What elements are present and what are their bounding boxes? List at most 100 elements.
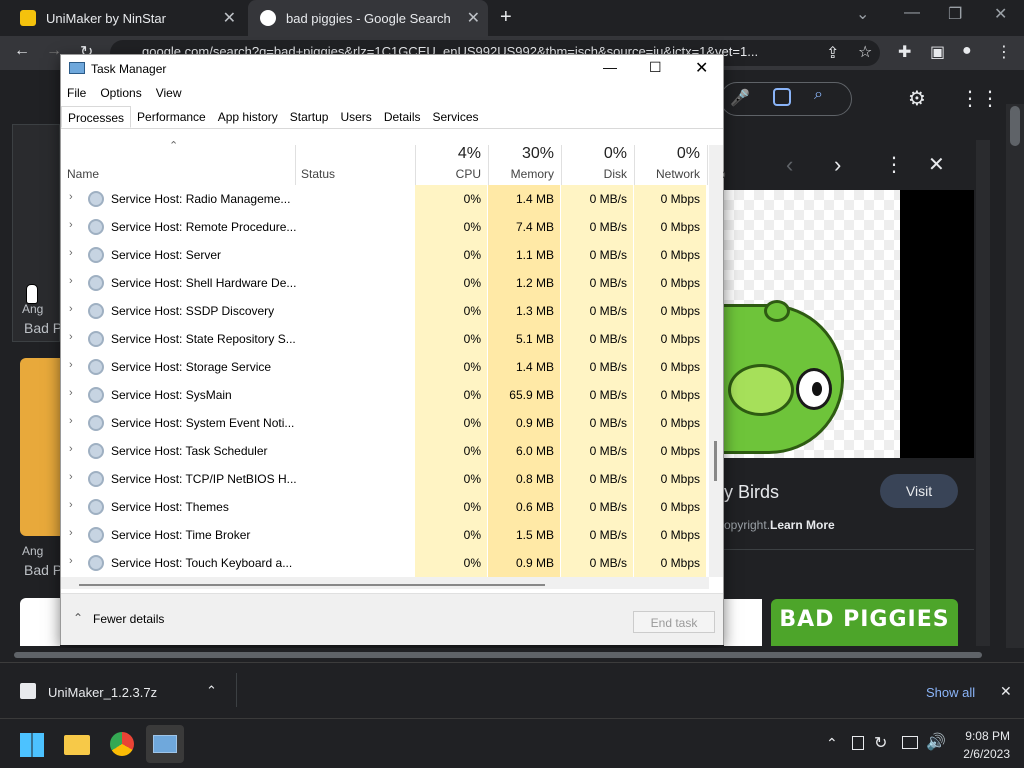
col-disk-header[interactable]: 0% Disk (561, 145, 627, 185)
file-explorer-icon[interactable] (64, 735, 90, 755)
close-download-bar-icon[interactable]: ✕ (1000, 683, 1012, 700)
end-task-button[interactable]: End task (633, 611, 715, 633)
back-icon[interactable]: ← (14, 42, 30, 60)
process-row[interactable]: › Service Host: Radio Manageme... 0% 1.4 MB… (61, 185, 709, 213)
volume-icon[interactable]: 🔊 (926, 732, 946, 752)
expand-chevron-icon[interactable]: › (69, 219, 73, 231)
expand-chevron-icon[interactable]: › (69, 527, 73, 539)
scrollbar-thumb[interactable] (714, 441, 717, 481)
show-all-downloads[interactable]: Show all (926, 685, 975, 700)
tab-services[interactable]: Services (427, 106, 485, 128)
bad-piggies-banner[interactable]: BAD PIGGIES (771, 599, 958, 646)
process-row[interactable]: › Service Host: SysMain 0% 65.9 MB 0 MB/s 0 M… (61, 381, 709, 409)
tm-titlebar[interactable]: Task Manager — ☐ ✕ (61, 55, 723, 83)
col-memory-header[interactable]: 30% Memory (488, 145, 554, 185)
process-list-scrollbar[interactable] (709, 145, 723, 577)
tablet-icon[interactable] (852, 736, 864, 750)
tab-startup[interactable]: Startup (284, 106, 335, 128)
chrome-icon[interactable] (110, 732, 134, 756)
close-window-icon[interactable]: ✕ (994, 4, 1007, 24)
tm-close-icon[interactable]: ✕ (695, 58, 708, 78)
more-options-icon[interactable]: ⋮ (884, 152, 904, 177)
bookmark-star-icon[interactable]: ☆ (858, 42, 872, 62)
menu-file[interactable]: File (67, 86, 86, 100)
close-tab-icon[interactable]: ✕ (223, 8, 236, 28)
menu-options[interactable]: Options (100, 86, 141, 100)
viewer-scrollbar[interactable] (976, 140, 990, 646)
expand-chevron-icon[interactable]: › (69, 275, 73, 287)
voice-search-icon[interactable]: 🎤 (730, 88, 750, 108)
fewer-details-link[interactable]: Fewer details (93, 612, 164, 626)
clock-date[interactable]: 2/6/2023 (958, 747, 1010, 761)
expand-chevron-icon[interactable]: › (69, 303, 73, 315)
search-icon[interactable]: ⌕ (814, 86, 823, 104)
expand-chevron-icon[interactable]: › (69, 443, 73, 455)
tab-users[interactable]: Users (334, 106, 377, 128)
new-tab-icon[interactable]: + (500, 6, 512, 29)
close-viewer-icon[interactable]: ✕ (928, 152, 945, 177)
col-network-header[interactable]: 0% Network (634, 145, 700, 185)
clock-time[interactable]: 9:08 PM (958, 729, 1010, 743)
menu-view[interactable]: View (156, 86, 182, 100)
apps-grid-icon[interactable]: ⋮⋮ (960, 86, 1000, 111)
page-scrollbar[interactable] (1006, 104, 1024, 648)
download-filename[interactable]: UniMaker_1.2.3.7z (48, 685, 157, 700)
chevron-up-icon[interactable]: ⌃ (73, 611, 83, 625)
browser-tab-google-search[interactable]: bad piggies - Google Search ✕ (248, 0, 488, 36)
next-image-icon[interactable]: › (834, 152, 841, 178)
chrome-menu-icon[interactable]: ⋮ (996, 42, 1012, 62)
expand-chevron-icon[interactable]: › (69, 471, 73, 483)
lens-search-icon[interactable] (773, 88, 791, 106)
process-row[interactable]: › Service Host: TCP/IP NetBIOS H... 0% 0.8 … (61, 465, 709, 493)
expand-chevron-icon[interactable]: › (69, 359, 73, 371)
process-row[interactable]: › Service Host: Task Scheduler 0% 6.0 MB 0 M… (61, 437, 709, 465)
tab-details[interactable]: Details (378, 106, 427, 128)
tab-processes[interactable]: Processes (61, 106, 132, 128)
side-panel-icon[interactable]: ▣ (930, 42, 945, 62)
expand-chevron-icon[interactable]: › (69, 499, 73, 511)
horizontal-scrollbar[interactable] (61, 577, 709, 589)
process-row[interactable]: › Service Host: Remote Procedure... 0% 7.4 … (61, 213, 709, 241)
page-scrollbar-thumb[interactable] (1010, 106, 1020, 146)
tab-app-history[interactable]: App history (212, 106, 284, 128)
expand-chevron-icon[interactable]: › (69, 555, 73, 567)
process-row[interactable]: › Service Host: System Event Noti... 0% 0.9… (61, 409, 709, 437)
tm-minimize-icon[interactable]: — (603, 59, 617, 75)
process-row[interactable]: › Service Host: Server 0% 1.1 MB 0 MB/s 0 Mbp… (61, 241, 709, 269)
process-row[interactable]: › Service Host: Themes 0% 0.6 MB 0 MB/s 0 Mbp… (61, 493, 709, 521)
sync-icon[interactable]: ↻ (874, 733, 887, 753)
col-cpu-header[interactable]: 4% CPU (415, 145, 481, 185)
show-hidden-icons[interactable]: ⌃ (826, 735, 838, 752)
profile-icon[interactable]: ● (962, 42, 972, 60)
tab-performance[interactable]: Performance (131, 106, 212, 128)
settings-gear-icon[interactable]: ⚙ (908, 86, 926, 111)
process-row[interactable]: › Service Host: State Repository S... 0% 5.… (61, 325, 709, 353)
browser-tab-unimaker[interactable]: UniMaker by NinStar ✕ (8, 0, 244, 36)
tab-search-icon[interactable]: ⌄ (856, 4, 869, 24)
process-row[interactable]: › Service Host: Storage Service 0% 1.4 MB 0 … (61, 353, 709, 381)
related-thumbnail[interactable] (724, 599, 762, 646)
restore-icon[interactable]: ❐ (948, 4, 962, 24)
visit-button[interactable]: Visit (880, 474, 958, 508)
expand-chevron-icon[interactable]: › (69, 191, 73, 203)
scrollbar-thumb[interactable] (79, 584, 545, 586)
image-result-title[interactable]: Bad P (24, 320, 62, 336)
process-row[interactable]: › Service Host: Shell Hardware De... 0% 1.2… (61, 269, 709, 297)
close-tab-icon[interactable]: ✕ (467, 8, 480, 28)
extensions-icon[interactable]: ✚ (898, 42, 911, 62)
download-options-icon[interactable]: ⌃ (206, 683, 217, 699)
tm-maximize-icon[interactable]: ☐ (649, 59, 662, 76)
expand-chevron-icon[interactable]: › (69, 387, 73, 399)
minimize-icon[interactable]: — (904, 4, 920, 22)
learn-more-link[interactable]: Learn More (770, 518, 835, 532)
process-row[interactable]: › Service Host: Time Broker 0% 1.5 MB 0 MB/s… (61, 521, 709, 549)
network-icon[interactable] (902, 736, 918, 749)
expand-chevron-icon[interactable]: › (69, 247, 73, 259)
share-icon[interactable]: ⇪ (826, 43, 839, 63)
scrollbar-thumb[interactable] (14, 652, 982, 658)
expand-chevron-icon[interactable]: › (69, 415, 73, 427)
windows-start-icon[interactable] (20, 733, 44, 757)
image-result-title[interactable]: Bad P (24, 562, 62, 578)
image-thumbnail[interactable] (20, 598, 60, 646)
image-thumbnail[interactable] (20, 358, 60, 536)
